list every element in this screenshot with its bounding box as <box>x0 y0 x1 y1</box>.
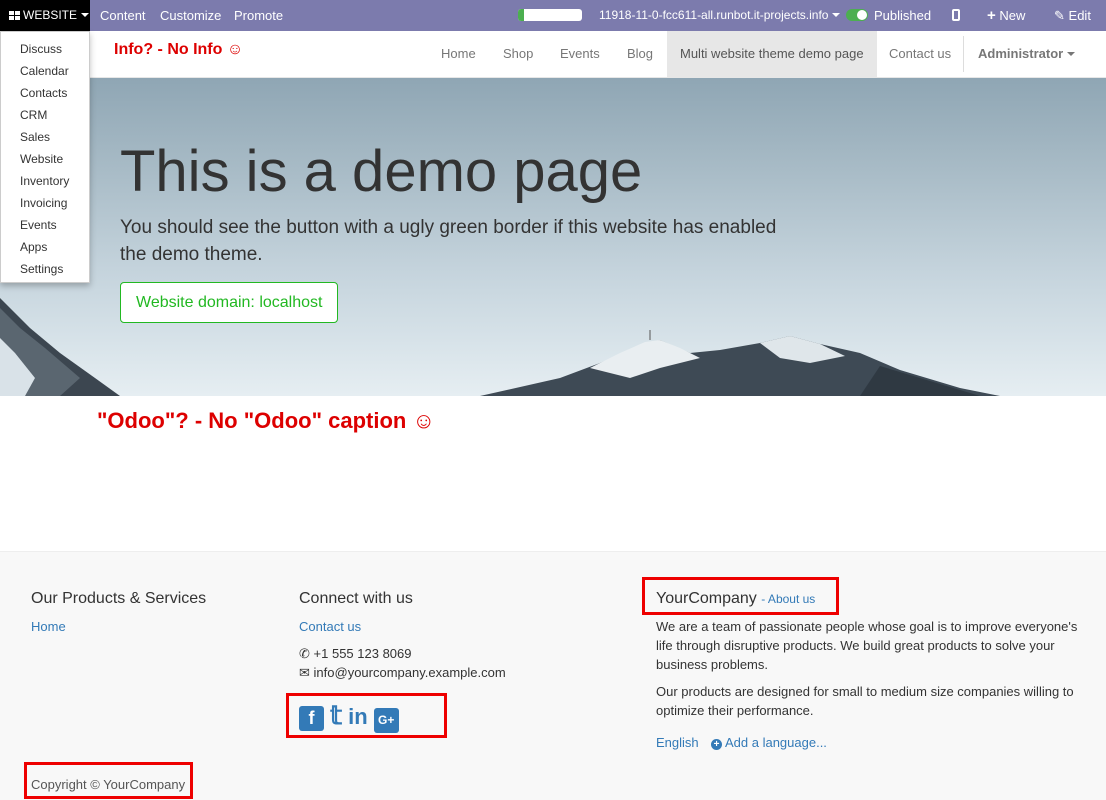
about-text-performance: Our products are designed for small to m… <box>656 684 1074 718</box>
new-label: New <box>999 8 1026 23</box>
edit-button[interactable]: ✎ Edit <box>1054 0 1091 31</box>
connect-title: Connect with us <box>299 590 413 607</box>
published-label: Published <box>874 8 932 23</box>
email-line: ✉ info@yourcompany.example.com <box>299 663 506 682</box>
nav-blog[interactable]: Blog <box>614 31 666 77</box>
nav-home[interactable]: Home <box>428 31 489 77</box>
language-english[interactable]: English <box>656 735 699 750</box>
social-links: f 𝕥 in G+ <box>299 702 405 733</box>
twitter-icon[interactable]: 𝕥 <box>330 702 342 728</box>
envelope-icon: ✉ <box>299 665 310 680</box>
apps-dropdown: Discuss Calendar Contacts CRM Sales Webs… <box>0 31 90 283</box>
facebook-icon[interactable]: f <box>299 706 324 731</box>
content-menu[interactable]: Content <box>100 0 146 31</box>
app-invoicing[interactable]: Invoicing <box>1 192 89 214</box>
nav-multi-website-demo[interactable]: Multi website theme demo page <box>667 31 877 77</box>
mobile-icon <box>952 9 960 21</box>
app-settings[interactable]: Settings <box>1 258 89 280</box>
plus-circle-icon: + <box>711 739 722 750</box>
footer: Our Products & Services Home Connect wit… <box>0 551 1106 800</box>
website-domain-button[interactable]: Website domain: localhost <box>120 282 339 323</box>
app-crm[interactable]: CRM <box>1 104 89 126</box>
site-navbar: Info? - No Info ☺ Home Shop Events Blog … <box>0 31 1106 78</box>
progress-fill <box>518 9 525 21</box>
about-text: We are a team of passionate people whose… <box>656 619 1078 672</box>
pencil-icon: ✎ <box>1054 8 1065 23</box>
nav-contact-us[interactable]: Contact us <box>876 31 964 77</box>
app-sales[interactable]: Sales <box>1 126 89 148</box>
nav-shop[interactable]: Shop <box>490 31 546 77</box>
google-plus-icon[interactable]: G+ <box>373 708 399 733</box>
add-language-label: Add a language... <box>725 735 827 750</box>
about-us-link[interactable]: - About us <box>761 592 815 606</box>
website-switcher[interactable]: 11918-11-0-fcc611-all.runbot.it-projects… <box>599 0 841 31</box>
app-website[interactable]: Website <box>1 148 89 170</box>
nav-events[interactable]: Events <box>547 31 613 77</box>
phone-line: ✆ +1 555 123 8069 <box>299 644 412 663</box>
hero-title: This is a demo page <box>120 139 643 204</box>
caret-down-icon <box>1067 52 1076 56</box>
administrator-label: Administrator <box>978 46 1064 61</box>
company-heading: YourCompany - About us <box>656 590 815 608</box>
phone-number: +1 555 123 8069 <box>313 646 412 661</box>
new-button[interactable]: + New <box>987 0 1025 31</box>
publish-toggle[interactable]: Published <box>846 0 931 31</box>
annotation-no-odoo-caption: "Odoo"? - No "Odoo" caption ☺ <box>97 408 435 433</box>
footer-contact-link[interactable]: Contact us <box>299 619 361 634</box>
add-language-link[interactable]: + Add a language... <box>711 735 827 750</box>
annotation-no-info: Info? - No Info ☺ <box>114 41 244 58</box>
linkedin-icon[interactable]: in <box>348 704 368 729</box>
admin-bar: WEBSITE Content Customize Promote 11918-… <box>0 0 1106 31</box>
app-discuss[interactable]: Discuss <box>1 38 89 60</box>
footer-home-link[interactable]: Home <box>31 619 66 634</box>
apps-menu-label: WEBSITE <box>23 8 78 22</box>
app-events[interactable]: Events <box>1 214 89 236</box>
apps-menu-button[interactable]: WEBSITE <box>0 0 90 31</box>
promote-menu[interactable]: Promote <box>234 0 283 31</box>
website-domain: 11918-11-0-fcc611-all.runbot.it-projects… <box>599 8 829 22</box>
caret-down-icon <box>81 13 90 17</box>
copyright: Copyright © YourCompany <box>31 777 186 792</box>
nav-divider <box>963 36 964 72</box>
nav-administrator[interactable]: Administrator <box>965 31 1088 77</box>
app-contacts[interactable]: Contacts <box>1 82 89 104</box>
phone-icon: ✆ <box>299 646 310 661</box>
company-title: YourCompany <box>656 590 757 607</box>
plus-icon: + <box>987 7 996 24</box>
customize-menu[interactable]: Customize <box>160 0 221 31</box>
apps-grid-icon <box>9 11 20 20</box>
products-title: Our Products & Services <box>31 590 207 607</box>
app-inventory[interactable]: Inventory <box>1 170 89 192</box>
mobile-preview-button[interactable] <box>952 0 960 31</box>
app-calendar[interactable]: Calendar <box>1 60 89 82</box>
caret-down-icon <box>832 13 841 17</box>
app-apps[interactable]: Apps <box>1 236 89 258</box>
loading-progress-bar <box>518 9 582 21</box>
toggle-icon <box>846 9 868 21</box>
hero-lead-text: You should see the button with a ugly gr… <box>120 217 777 265</box>
hero-banner: This is a demo page You should see the b… <box>0 78 1106 396</box>
edit-label: Edit <box>1068 8 1091 23</box>
email-address: info@yourcompany.example.com <box>313 665 506 680</box>
